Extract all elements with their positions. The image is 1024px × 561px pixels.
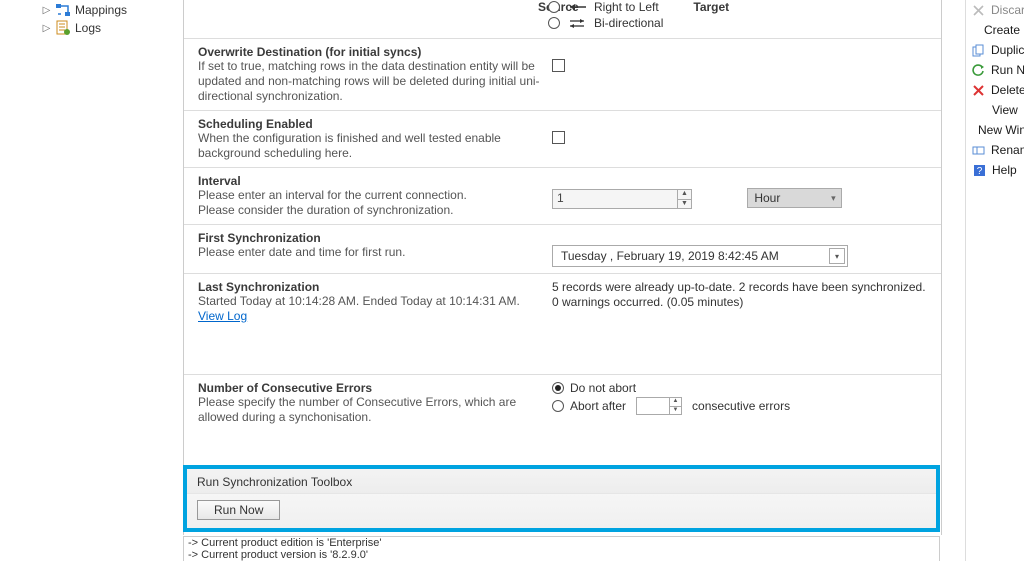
log-line: -> Current product version is '8.2.9.0' [188,549,935,561]
cmd-label: Run Now [991,63,1024,77]
delete-icon [972,83,985,97]
radio-icon [552,382,564,394]
run-now-button[interactable]: Run Now [197,500,280,520]
target-label: Target [693,0,729,14]
errors-title: Number of Consecutive Errors [198,381,548,395]
cmd-label: Rename [991,143,1024,157]
direction-option-label: Bi-directional [594,16,663,30]
overwrite-desc: If set to true, matching rows in the dat… [198,59,548,104]
radio-icon [548,17,560,29]
errors-option-noabort[interactable]: Do not abort [552,381,931,395]
tree-item-mappings[interactable]: ▷ Mappings [4,2,166,20]
interval-title: Interval [198,174,548,188]
help-icon: ? [972,163,986,177]
cmd-help[interactable]: ? Help [966,160,1024,180]
main-scroll-region: Source Right to Left [183,0,942,535]
errors-option-abort[interactable]: Abort after ▲▼ consecutive errors [552,397,931,415]
direction-option-rtl[interactable]: Right to Left [548,0,663,14]
blank-icon [972,103,986,117]
cmd-run-now[interactable]: Run Now [966,60,1024,80]
overwrite-title: Overwrite Destination (for initial syncs… [198,45,548,59]
mappings-icon [55,2,71,18]
blank-icon [972,23,978,37]
interval-desc1: Please enter an interval for the current… [198,188,548,203]
errors-noabort-label: Do not abort [570,381,636,395]
first-sync-row: First Synchronization Please enter date … [184,225,941,274]
arrows-both-icon [566,17,588,29]
overwrite-checkbox[interactable] [552,59,565,72]
first-sync-title: First Synchronization [198,231,548,245]
log-line: -> Current product edition is 'Enterpris… [188,537,935,549]
expander-icon[interactable]: ▷ [42,24,51,33]
first-sync-datetime[interactable]: Tuesday , February 19, 2019 8:42:45 AM ▾ [552,245,848,267]
toolbox-title: Run Synchronization Toolbox [187,469,936,494]
calendar-dropdown-icon[interactable]: ▾ [829,248,845,264]
errors-desc: Please specify the number of Consecutive… [198,395,548,425]
radio-icon [548,1,560,13]
interval-value: 1 [553,190,677,208]
rename-icon [972,143,985,157]
cmd-discard[interactable]: Discard [966,0,1024,20]
cmd-rename[interactable]: Rename [966,140,1024,160]
radio-icon [552,400,564,412]
svg-text:?: ? [976,166,982,177]
interval-desc2: Please consider the duration of synchron… [198,203,548,218]
overwrite-row: Overwrite Destination (for initial syncs… [184,39,941,111]
errors-abort-suffix: consecutive errors [692,399,790,413]
errors-row: Number of Consecutive Errors Please spec… [184,374,941,431]
cmd-label: Discard [991,3,1024,17]
errors-abort-prefix: Abort after [570,399,626,413]
cmd-create[interactable]: Create [966,20,1024,40]
scheduling-desc: When the configuration is finished and w… [198,131,548,161]
command-pane: Discard Create Duplicate Run Now Delete … [965,0,1024,561]
scheduling-title: Scheduling Enabled [198,117,548,131]
interval-row: Interval Please enter an interval for th… [184,168,941,225]
cmd-duplicate[interactable]: Duplicate [966,40,1024,60]
chevron-down-icon: ▾ [825,189,841,207]
direction-option-bidir[interactable]: Bi-directional [548,16,663,30]
errors-count-spinner[interactable]: ▲▼ [636,397,682,415]
cmd-label: View [992,103,1018,117]
interval-unit: Hour [748,190,825,206]
view-log-link[interactable]: View Log [198,309,247,323]
interval-spinner[interactable]: 1 ▲▼ [552,189,692,209]
spinner-arrows[interactable]: ▲▼ [677,190,691,208]
last-sync-row: Last Synchronization Started Today at 10… [184,274,941,330]
expander-icon[interactable]: ▷ [42,6,51,15]
cmd-new-window[interactable]: New Window [966,120,1024,140]
tree-item-label: Logs [75,21,101,35]
cmd-label: New Window [978,123,1024,137]
tree-pane: ▷ Mappings ▷ Logs [0,0,170,561]
first-sync-desc: Please enter date and time for first run… [198,245,548,260]
cmd-label: Help [992,163,1017,177]
duplicate-icon [972,43,985,57]
last-sync-desc: Started Today at 10:14:28 AM. Ended Toda… [198,294,548,324]
last-sync-result: 5 records were already up-to-date. 2 rec… [552,280,931,310]
run-sync-toolbox: Run Synchronization Toolbox Run Now [183,465,940,532]
refresh-icon [972,63,985,77]
interval-unit-combo[interactable]: Hour ▾ [747,188,842,208]
tree-item-label: Mappings [75,3,127,17]
cmd-label: Duplicate [991,43,1024,57]
first-sync-date-text: Tuesday , February 19, 2019 8:42:45 AM [561,249,779,263]
last-sync-title: Last Synchronization [198,280,548,294]
log-output: -> Current product edition is 'Enterpris… [183,536,940,561]
arrow-left-icon [566,1,588,13]
cmd-view[interactable]: View [966,100,1024,120]
cmd-label: Delete [991,83,1024,97]
direction-row: Source Right to Left [184,0,941,39]
scheduling-row: Scheduling Enabled When the configuratio… [184,111,941,168]
cmd-label: Create [984,23,1020,37]
discard-icon [972,3,985,17]
direction-option-label: Right to Left [594,0,659,14]
cmd-delete[interactable]: Delete [966,80,1024,100]
tree-item-logs[interactable]: ▷ Logs [4,20,166,38]
logs-icon [55,20,71,36]
scheduling-checkbox[interactable] [552,131,565,144]
last-sync-desc-text: Started Today at 10:14:28 AM. Ended Toda… [198,294,520,308]
